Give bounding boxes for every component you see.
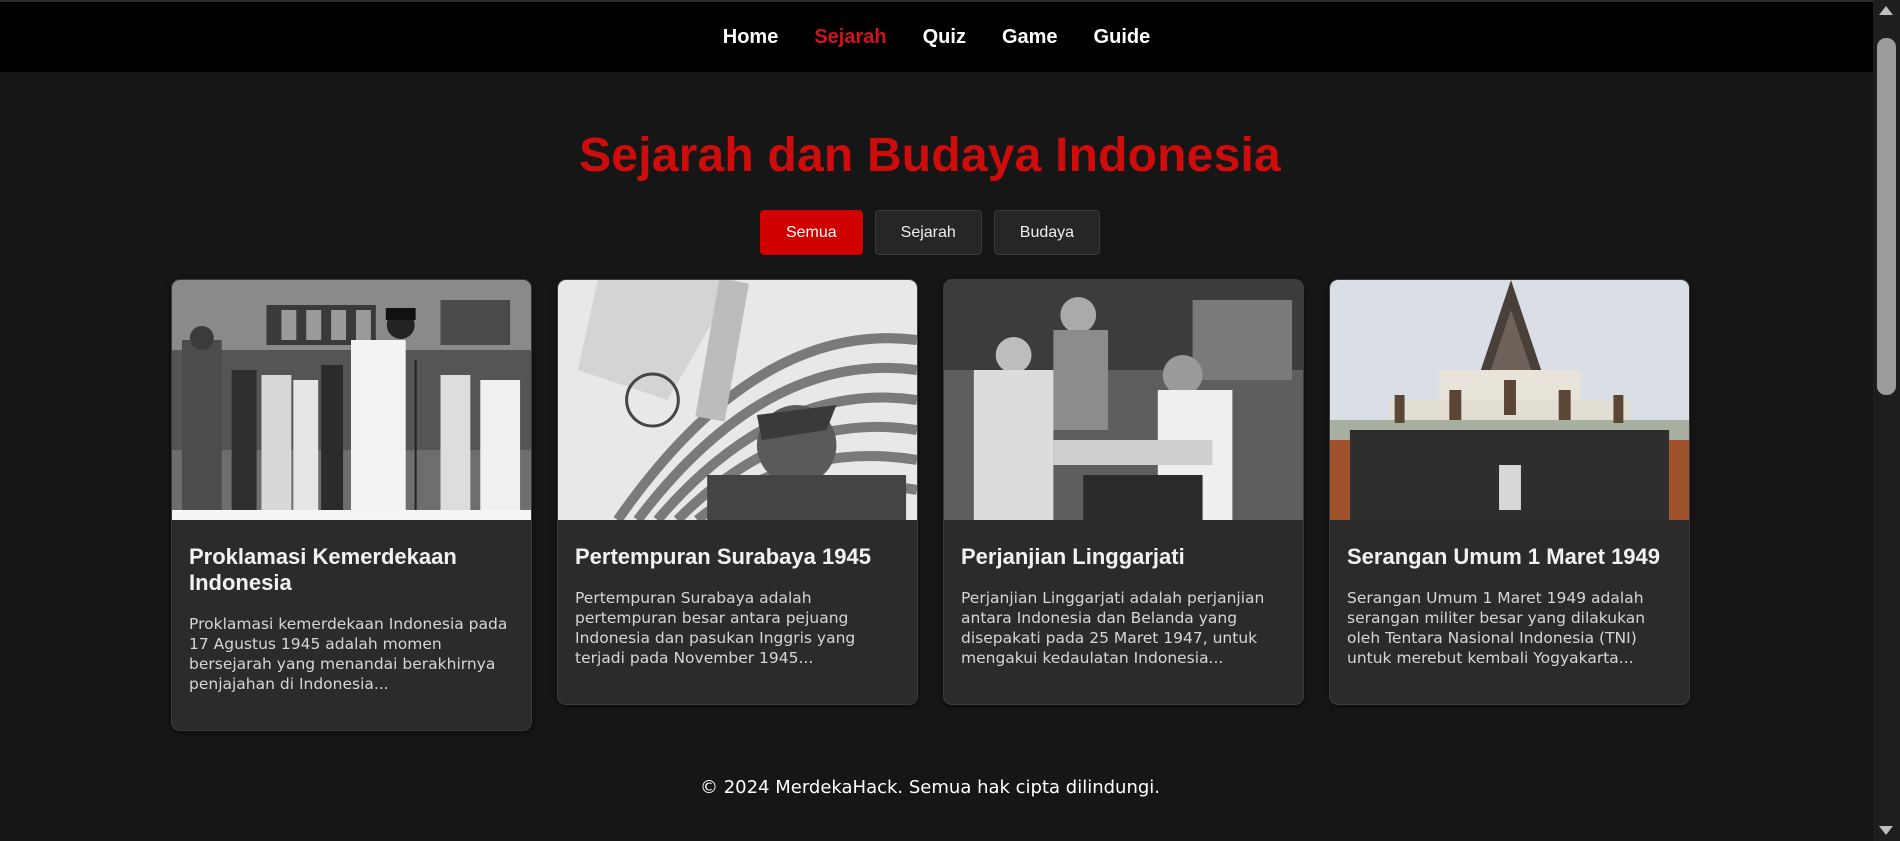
scroll-down-arrow-icon[interactable] — [1879, 826, 1893, 835]
filter-semua-button[interactable]: Semua — [759, 210, 863, 255]
card-body: Pertempuran Surabaya 1945 Pertempuran Su… — [558, 520, 917, 704]
card-description: Pertempuran Surabaya adalah pertempuran … — [575, 589, 856, 667]
card-title: Proklamasi Kemerdekaan Indonesia — [189, 544, 457, 595]
scroll-up-arrow-icon[interactable] — [1879, 6, 1893, 15]
surabaya-battle-photo — [558, 280, 917, 520]
card-body: Proklamasi Kemerdekaan Indonesia Proklam… — [172, 520, 531, 730]
history-card[interactable]: Perjanjian Linggarjati Perjanjian Lingga… — [943, 279, 1304, 705]
history-card[interactable]: Proklamasi Kemerdekaan Indonesia Proklam… — [171, 279, 532, 731]
page: Home Sejarah Quiz Game Guide Sejarah dan… — [0, 0, 1873, 841]
nav-sejarah-link[interactable]: Sejarah — [814, 26, 886, 49]
history-card[interactable]: Pertempuran Surabaya 1945 Pertempuran Su… — [557, 279, 918, 705]
nav-game-link[interactable]: Game — [1002, 26, 1058, 49]
linggarjati-handshake-photo — [944, 280, 1303, 520]
nav-quiz-link[interactable]: Quiz — [923, 26, 966, 49]
card-title: Serangan Umum 1 Maret 1949 — [1347, 544, 1661, 569]
history-cards: Proklamasi Kemerdekaan Indonesia Proklam… — [171, 279, 1690, 731]
card-description: Serangan Umum 1 Maret 1949 adalah serang… — [1347, 589, 1646, 667]
nav-home-link[interactable]: Home — [723, 26, 779, 49]
vertical-scrollbar[interactable] — [1873, 0, 1900, 841]
card-title: Perjanjian Linggarjati — [961, 544, 1185, 569]
nav-guide-link[interactable]: Guide — [1094, 26, 1151, 49]
card-body: Serangan Umum 1 Maret 1949 Serangan Umum… — [1330, 520, 1689, 704]
page-title: Sejarah dan Budaya Indonesia — [579, 129, 1281, 182]
category-filters: Semua Sejarah Budaya — [0, 210, 1860, 255]
monument-photo — [1330, 280, 1689, 520]
filter-budaya-button[interactable]: Budaya — [993, 210, 1101, 255]
card-body: Perjanjian Linggarjati Perjanjian Lingga… — [944, 520, 1303, 704]
filter-sejarah-button[interactable]: Sejarah — [874, 210, 982, 255]
card-title: Pertempuran Surabaya 1945 — [575, 544, 871, 569]
footer-copyright: © 2024 MerdekaHack. Semua hak cipta dili… — [699, 777, 1161, 798]
proclamation-photo — [172, 280, 531, 520]
scrollbar-thumb[interactable] — [1877, 38, 1896, 395]
card-description: Perjanjian Linggarjati adalah perjanjian… — [961, 589, 1265, 667]
card-description: Proklamasi kemerdekaan Indonesia pada 17… — [189, 615, 508, 693]
history-card[interactable]: Serangan Umum 1 Maret 1949 Serangan Umum… — [1329, 279, 1690, 705]
top-navigation: Home Sejarah Quiz Game Guide — [0, 0, 1873, 72]
